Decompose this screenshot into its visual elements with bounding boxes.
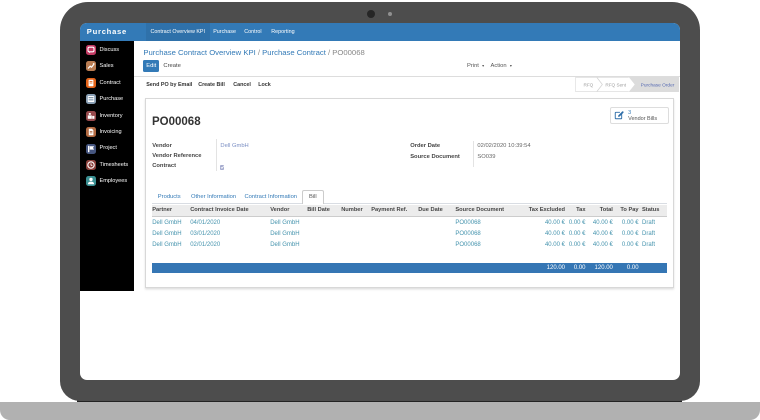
svg-text:RFQ Sent: RFQ Sent (606, 82, 627, 87)
svg-text:RFQ: RFQ (584, 82, 594, 87)
svg-text:Purchase Order: Purchase Order (641, 82, 675, 88)
